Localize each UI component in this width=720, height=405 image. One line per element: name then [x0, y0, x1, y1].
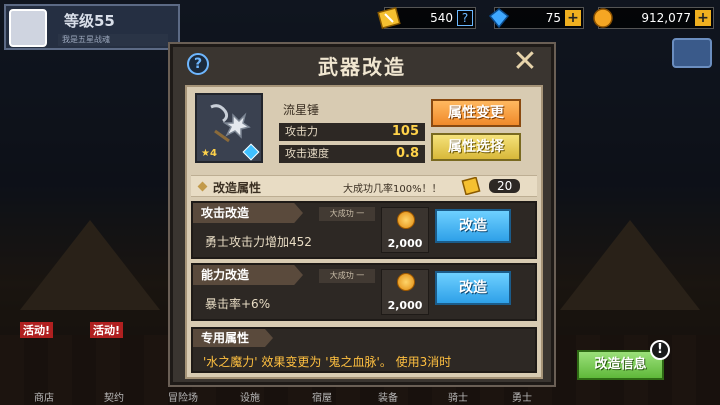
cost-value: 2,000: [387, 237, 423, 250]
flail-weapon-icon: [210, 104, 251, 143]
great-success-rate: 大成功几率100%！！: [343, 184, 442, 195]
reform-row-ability: 能力改造 大成功 一 暴击率+6% 2,000 改造: [191, 263, 537, 321]
nav-equipment[interactable]: 装备: [378, 389, 398, 404]
stat-value: 105: [391, 124, 419, 139]
ticket-count: 20: [489, 179, 521, 193]
add-gems-button[interactable]: +: [565, 10, 581, 26]
gem-counter: 75 +: [488, 7, 584, 29]
notification-badge-icon: !: [650, 340, 670, 360]
exclusive-attribute: 专用属性 '水之魔力' 效果变更为 '鬼之血脉'。 使用3消时: [191, 327, 537, 373]
event-label[interactable]: 活动!: [90, 322, 124, 338]
reform-row-attack: 攻击改造 大成功 一 勇士攻击力增加452 2,000 改造: [191, 201, 537, 259]
weapon-name: 流星锤: [283, 103, 320, 117]
ticket-help-button[interactable]: ?: [457, 10, 473, 26]
weapon-slot[interactable]: ★4: [195, 93, 263, 163]
ticket-value: 540: [430, 11, 453, 25]
exclusive-attribute-description: '水之魔力' 效果变更为 '鬼之血脉'。 使用3消时: [203, 355, 452, 369]
gold-counter: 912,077 +: [593, 7, 714, 29]
reform-ability-button[interactable]: 改造: [435, 271, 511, 305]
ticket-icon: [377, 7, 401, 29]
player-profile[interactable]: 等级55 我是五星战魂: [4, 4, 180, 50]
stat-row-attack-speed: 攻击速度 0.8: [279, 145, 425, 163]
stat-label: 攻击力: [285, 125, 318, 138]
reform-title: 能力改造: [193, 265, 303, 285]
reform-description: 暴击率+6%: [205, 297, 271, 311]
dialog-title: 武器改造: [318, 55, 406, 79]
nav-heroes[interactable]: 勇士: [512, 389, 532, 404]
ticket-counter: 540 ?: [377, 7, 476, 29]
weapon-star-rating: ★4: [201, 148, 217, 159]
exclusive-attribute-title: 专用属性: [193, 329, 273, 347]
reform-attributes-header: 改造属性 大成功几率100%！！ 20: [191, 175, 537, 197]
add-gold-button[interactable]: +: [695, 10, 711, 26]
bottom-navigation: 商店 契约 冒险场 设施 宿屋 装备 骑士 勇士: [0, 385, 720, 405]
gold-coin-icon: [593, 8, 613, 28]
weapon-reform-dialog: ? 武器改造 ✕ ★4 流星锤 攻击力 105 攻击速度 0.8 属性变更 属性…: [170, 44, 554, 385]
nav-knights[interactable]: 骑士: [448, 389, 468, 404]
reform-title: 攻击改造: [193, 203, 303, 223]
background-mountain: [20, 220, 160, 310]
gem-value: 75: [545, 11, 561, 25]
reform-attack-button[interactable]: 改造: [435, 209, 511, 243]
diamond-bullet-icon: [197, 181, 208, 192]
gem-icon: [488, 8, 510, 29]
reform-cost: 2,000: [381, 269, 429, 315]
nav-shop[interactable]: 商店: [34, 389, 54, 404]
ticket-icon: [461, 177, 481, 195]
background-mountain: [560, 220, 700, 310]
gold-coin-icon: [397, 273, 415, 291]
stat-label: 攻击速度: [285, 147, 329, 160]
reform-panel: ★4 流星锤 攻击力 105 攻击速度 0.8 属性变更 属性选择 改造属性 大…: [185, 85, 543, 379]
great-success-indicator: 大成功 一: [319, 207, 375, 221]
gold-coin-icon: [397, 211, 415, 229]
stat-row-attack: 攻击力 105: [279, 123, 425, 141]
element-gem-icon: [242, 143, 260, 161]
chat-icon[interactable]: [672, 38, 712, 68]
gold-value: 912,077: [641, 11, 691, 25]
section-title: 改造属性: [213, 181, 262, 195]
player-title: 我是五星战魂: [58, 34, 168, 46]
nav-inn[interactable]: 宿屋: [312, 389, 332, 404]
nav-adventure[interactable]: 冒险场: [168, 389, 198, 404]
nav-facility[interactable]: 设施: [240, 389, 260, 404]
select-attribute-button[interactable]: 属性选择: [431, 133, 521, 161]
reform-cost: 2,000: [381, 207, 429, 253]
player-level: 等级55: [64, 12, 115, 30]
stat-value: 0.8: [395, 146, 419, 161]
close-icon[interactable]: ✕: [511, 47, 539, 77]
player-avatar[interactable]: [9, 9, 47, 47]
dialog-header: ? 武器改造 ✕: [173, 47, 551, 81]
event-label[interactable]: 活动!: [20, 322, 54, 338]
cost-value: 2,000: [387, 299, 423, 312]
reform-description: 勇士攻击力增加452: [205, 235, 312, 249]
change-attribute-button[interactable]: 属性变更: [431, 99, 521, 127]
nav-contract[interactable]: 契约: [104, 389, 124, 404]
great-success-indicator: 大成功 一: [319, 269, 375, 283]
